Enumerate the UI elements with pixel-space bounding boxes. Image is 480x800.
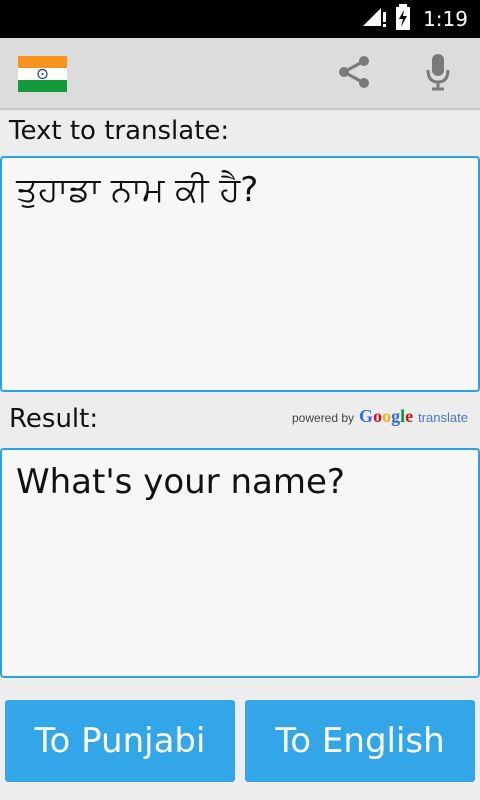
- microphone-icon: [424, 52, 452, 96]
- google-logo-letter: G: [359, 406, 374, 426]
- powered-by-google-translate: powered by Google translate: [292, 406, 468, 430]
- to-punjabi-button[interactable]: To Punjabi: [5, 700, 235, 782]
- status-icons: 1:19: [361, 0, 468, 38]
- google-logo-letter: g: [391, 406, 401, 426]
- india-flag-icon[interactable]: [18, 56, 67, 92]
- battery-charging-icon: [395, 4, 411, 34]
- share-icon: [336, 54, 372, 94]
- input-label: Text to translate:: [9, 116, 230, 146]
- signal-icon: [361, 6, 387, 32]
- text-to-translate-input[interactable]: ਤੁਹਾਡਾ ਨਾਮ ਕੀ ਹੈ?: [0, 156, 480, 392]
- action-bar: [0, 38, 480, 110]
- google-logo: Google: [359, 406, 413, 427]
- google-logo-letter: o: [373, 406, 383, 426]
- microphone-button[interactable]: [416, 52, 460, 96]
- status-clock: 1:19: [423, 7, 468, 31]
- to-english-button[interactable]: To English: [245, 700, 475, 782]
- powered-by-suffix: translate: [418, 410, 468, 425]
- powered-by-prefix: powered by: [292, 411, 355, 425]
- google-logo-letter: o: [382, 406, 392, 426]
- google-logo-letter: e: [405, 406, 414, 426]
- status-bar: 1:19: [0, 0, 480, 38]
- result-label: Result:: [9, 404, 99, 434]
- result-output[interactable]: What's your name?: [0, 448, 480, 678]
- share-button[interactable]: [332, 54, 376, 94]
